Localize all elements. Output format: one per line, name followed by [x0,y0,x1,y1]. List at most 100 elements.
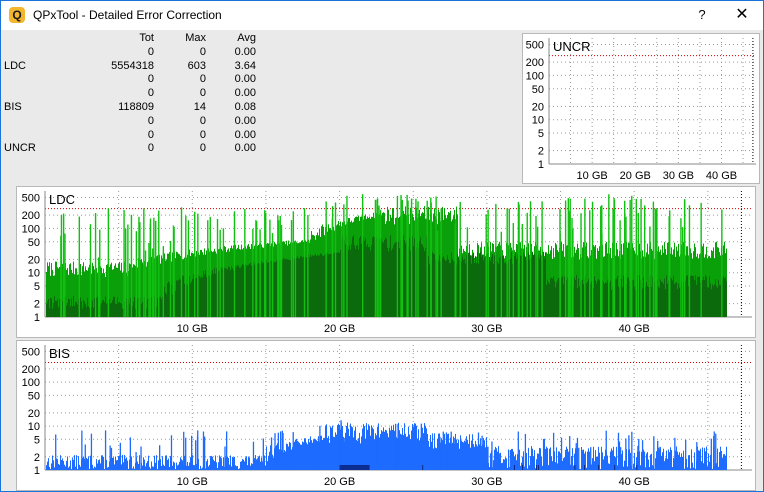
bis-bar [476,444,477,470]
bis-dark-bar [422,464,424,470]
ldc-bar [533,254,534,317]
ldc-spike [466,227,469,317]
bis-bar [434,433,435,470]
bis-bar [187,461,188,470]
ldc-spike [440,218,442,317]
ldc-bar [309,257,310,317]
ldc-spike [64,233,66,317]
ldc-spike [508,208,510,317]
bis-bar [424,423,425,470]
bis-bar [369,426,370,470]
bis-bar [251,463,252,470]
ldc-bar [553,276,554,317]
ldc-bar [549,283,550,317]
ldc-bar [695,275,696,317]
row-label: BIS [4,100,22,113]
header-tot: Tot [139,32,154,44]
bis-bar [689,455,690,470]
bis-bar [706,446,707,470]
ldc-bar [587,281,588,317]
bis-bar [244,461,245,470]
bis-bar [46,465,47,470]
ldc-bar [550,278,551,317]
bis-spike [657,440,659,470]
bis-dark-bar [339,464,341,470]
bis-spike [638,438,640,470]
bis-bar [380,434,381,470]
bis-bar [207,459,208,470]
row-tot: 0 [147,142,154,155]
ldc-spike [535,215,537,317]
bis-bar [709,461,710,470]
ldc-bar [58,307,59,317]
ldc-bar [477,252,478,317]
bis-bar [627,466,628,470]
bis-bar [218,462,219,470]
ldc-spike [265,212,267,317]
ldc-spike [601,233,603,317]
ldc-bar [385,237,386,317]
bis-bar [324,437,325,470]
ldc-bar [726,281,727,317]
bis-bar [102,455,103,470]
bis-bar [695,468,696,470]
bis-bar [630,452,631,470]
ldc-bar [574,277,575,317]
bis-bar [241,461,242,470]
bis-bar [452,442,453,470]
ldc-bar [268,262,269,317]
ldc-bar [391,250,392,317]
ldc-bar [603,282,604,317]
ldc-bar [285,259,286,317]
ldc-spike [127,224,129,317]
ldc-bar [413,245,414,317]
ldc-spike [623,200,626,317]
row-max: 0 [199,73,206,86]
ldc-bar [330,253,331,317]
bis-bar [250,465,251,470]
ldc-bar [475,256,476,317]
ldc-bar [491,256,492,317]
bis-bar [332,425,333,470]
ldc-bar [238,265,239,317]
bis-bar [71,469,72,470]
bis-bar [462,441,463,470]
bis-spike [605,430,607,470]
bis-spike [477,432,480,470]
ldc-bar [287,259,288,317]
bis-bar [698,450,699,470]
bis-bar [720,446,721,470]
bis-bar [175,469,176,470]
ldc-spike [683,200,686,317]
bis-bar [545,448,546,470]
y-tick-label: 200 [22,210,40,222]
bis-bar [54,467,55,470]
ldc-bar [164,286,165,317]
ldc-spike [233,211,236,317]
ldc-bar [231,266,232,317]
bis-bar [393,424,394,470]
bis-bar [115,456,116,470]
ldc-bar [275,262,276,317]
bis-dark-bar [344,464,346,470]
ldc-bar [490,260,491,317]
ldc-bar [410,250,411,317]
ldc-bar [502,255,503,317]
bis-bar [214,461,215,470]
ldc-bar [672,280,673,317]
ldc-bar [348,249,349,317]
ldc-bar [202,277,203,317]
bis-bar [153,466,154,470]
bis-bar [310,436,311,470]
ldc-bar [189,276,190,317]
title-bar[interactable]: Q QPxTool - Detailed Error Correction ? … [1,1,763,30]
ldc-bar [698,276,699,317]
close-button[interactable]: ✕ [727,5,757,25]
ldc-bar [499,257,500,317]
ldc-bar [548,281,549,317]
bis-bar [385,429,386,470]
bis-spike [202,431,205,470]
bis-bar [154,455,155,470]
help-button[interactable]: ? [687,5,717,25]
ldc-bar [719,285,720,317]
